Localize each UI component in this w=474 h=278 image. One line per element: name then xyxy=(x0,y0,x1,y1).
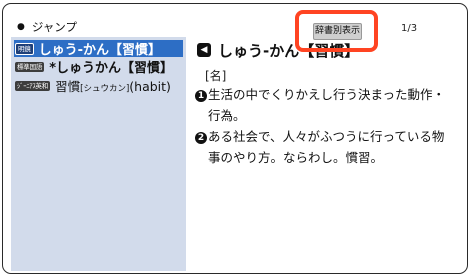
definition-text: ある社会で、人々がふつうに行っている物 xyxy=(208,129,445,144)
dictionary-badge: 標準国語 xyxy=(15,61,45,72)
dictionary-badge: ｼﾞｰﾆｱｽ英和 xyxy=(15,80,51,91)
speaker-icon[interactable]: ◀ xyxy=(197,43,211,57)
result-item-hyojun[interactable]: 標準国語 *しゅうかん【習慣】 xyxy=(14,58,174,76)
result-text: *しゅうかん【習慣】 xyxy=(49,61,174,76)
result-text: しゅう-かん【習慣】 xyxy=(38,43,162,58)
definition-1: 1 生活の中でくりかえし行う決まった動作・ 行為。 xyxy=(195,84,460,126)
dictionary-screen: ● ジャンプ 明鏡 しゅう-かん【習慣】 標準国語 *しゅうかん【習慣】 ｼﾞｰ… xyxy=(2,3,468,274)
jump-results-list: 明鏡 しゅう-かん【習慣】 標準国語 *しゅうかん【習慣】 ｼﾞｰﾆｱｽ英和 習… xyxy=(11,37,186,271)
definition-number: 1 xyxy=(195,90,207,102)
result-item-genius[interactable]: ｼﾞｰﾆｱｽ英和 習慣[シュウカン](habit) xyxy=(14,77,171,94)
result-reading: [シュウカン] xyxy=(80,84,130,94)
result-main: 習慣 xyxy=(55,79,81,94)
jump-label: ジャンプ xyxy=(31,20,77,34)
highlight-annotation xyxy=(295,10,378,52)
definition-text-cont: 行為。 xyxy=(208,108,246,123)
result-english: (habit) xyxy=(129,79,171,94)
dictionary-badge: 明鏡 xyxy=(15,42,34,55)
definition-text: 生活の中でくりかえし行う決まった動作・ xyxy=(208,87,446,102)
definition-number: 2 xyxy=(195,132,207,144)
page-indicator: 1/3 xyxy=(401,23,418,34)
definition-text-cont: 事のやり方。ならわし。慣習。 xyxy=(208,150,384,165)
part-of-speech: [名] xyxy=(205,69,227,83)
definition-2: 2 ある社会で、人々がふつうに行っている物 事のやり方。ならわし。慣習。 xyxy=(195,126,460,168)
result-text: 習慣[シュウカン](habit) xyxy=(55,76,171,95)
bullet-icon: ● xyxy=(17,22,25,32)
result-item-meikyo[interactable]: 明鏡 しゅう-かん【習慣】 xyxy=(14,40,183,58)
jump-header: ● ジャンプ xyxy=(17,19,77,35)
